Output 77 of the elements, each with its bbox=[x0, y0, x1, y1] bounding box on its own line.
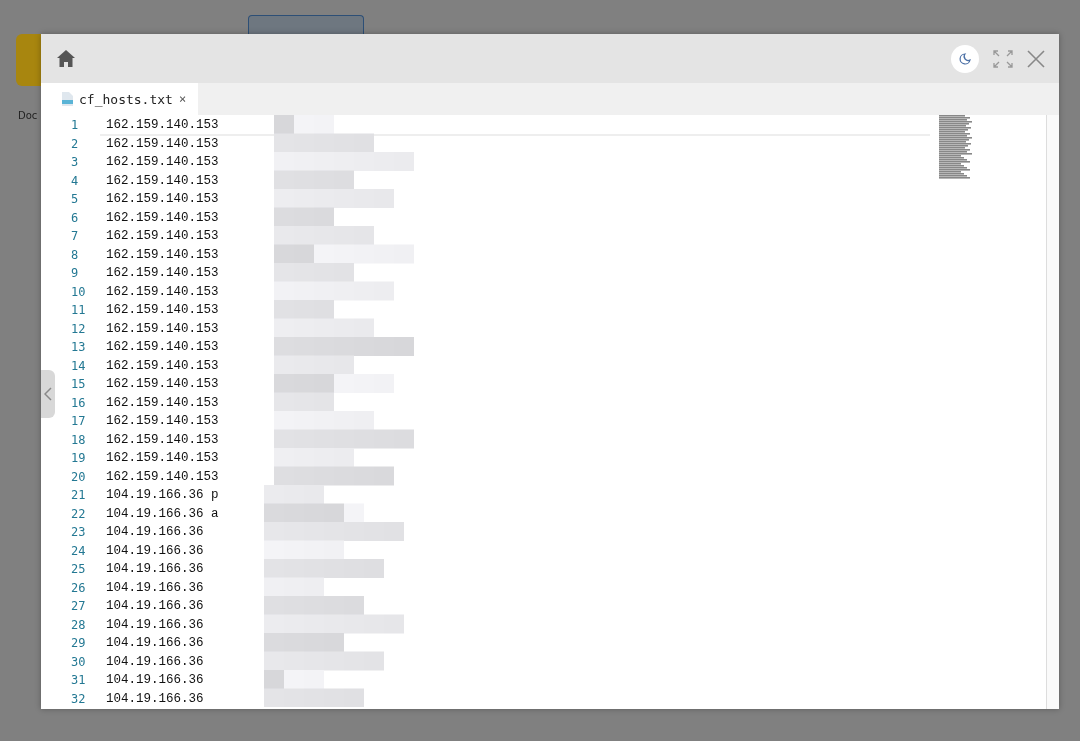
side-panel-handle[interactable] bbox=[41, 370, 55, 418]
line-number: 21 bbox=[70, 487, 87, 504]
line-number: 15 bbox=[70, 376, 87, 393]
code-line: 162.159.140.153 bbox=[106, 155, 219, 169]
code-line: 104.19.166.36 bbox=[106, 636, 204, 650]
close-icon[interactable] bbox=[1027, 49, 1045, 68]
line-number: 17 bbox=[70, 413, 87, 430]
code-line: 162.159.140.153 bbox=[106, 192, 219, 206]
line-number: 30 bbox=[70, 653, 87, 671]
code-line: 162.159.140.153 bbox=[106, 210, 219, 225]
file-tab[interactable]: cf_hosts.txt × bbox=[41, 83, 199, 115]
code-line: 162.159.140.153 bbox=[106, 284, 219, 299]
line-number: 25 bbox=[70, 561, 87, 578]
code-line: 162.159.140.153 bbox=[106, 303, 219, 317]
code-line: 162.159.140.153 bbox=[106, 321, 219, 336]
line-number: 1 bbox=[70, 117, 80, 134]
code-line: 162.159.140.153 bbox=[106, 266, 219, 280]
scrollbar[interactable] bbox=[1046, 115, 1059, 709]
minimap[interactable] bbox=[939, 115, 972, 179]
line-number: 4 bbox=[70, 172, 80, 190]
line-number: 9 bbox=[70, 265, 80, 282]
line-number: 5 bbox=[70, 191, 80, 208]
code-line: 162.159.140.153 bbox=[106, 229, 219, 243]
code-line: 162.159.140.153 bbox=[106, 432, 219, 447]
code-line: 104.19.166.36 bbox=[106, 562, 204, 576]
line-number: 11 bbox=[70, 302, 87, 319]
code-line: 104.19.166.36 bbox=[106, 617, 204, 632]
line-number: 22 bbox=[70, 505, 87, 523]
line-number: 7 bbox=[70, 228, 80, 245]
line-number: 3 bbox=[70, 154, 80, 171]
code-line: 104.19.166.36 bbox=[106, 525, 204, 539]
code-line: 162.159.140.153 bbox=[106, 395, 219, 410]
line-number: 23 bbox=[70, 524, 87, 541]
selected-desktop-icon[interactable] bbox=[248, 15, 364, 34]
code-line: 104.19.166.36 a bbox=[106, 506, 219, 521]
line-number: 31 bbox=[70, 672, 87, 689]
line-number: 8 bbox=[70, 246, 80, 264]
code-line: 162.159.140.153 bbox=[106, 136, 219, 151]
desktop-icon-label: Doc bbox=[18, 110, 38, 121]
code-line: 162.159.140.153 bbox=[106, 377, 219, 391]
line-number: 26 bbox=[70, 579, 87, 597]
line-number: 10 bbox=[70, 283, 87, 301]
code-line: 162.159.140.153 bbox=[106, 118, 219, 132]
code-line: 162.159.140.153 bbox=[106, 451, 219, 465]
moon-icon[interactable] bbox=[951, 44, 979, 73]
line-number: 20 bbox=[70, 468, 87, 486]
line-number: 16 bbox=[70, 394, 87, 412]
line-number: 13 bbox=[70, 339, 87, 356]
line-number: 24 bbox=[70, 542, 87, 560]
line-number: 29 bbox=[70, 635, 87, 652]
close-tab-icon[interactable]: × bbox=[178, 92, 187, 106]
line-number: 27 bbox=[70, 598, 87, 615]
line-number: 6 bbox=[70, 209, 80, 227]
code-line: 104.19.166.36 bbox=[106, 543, 204, 558]
code-line: 104.19.166.36 bbox=[106, 673, 204, 687]
code-line: 104.19.166.36 bbox=[106, 580, 204, 595]
code-line: 162.159.140.153 bbox=[106, 247, 219, 262]
line-number: 28 bbox=[70, 616, 87, 634]
code-line: 104.19.166.36 bbox=[106, 691, 204, 706]
line-number: 14 bbox=[70, 357, 87, 375]
line-number: 2 bbox=[70, 135, 80, 153]
code-line: 162.159.140.153 bbox=[106, 469, 219, 484]
code-line: 162.159.140.153 bbox=[106, 414, 219, 428]
text-file-icon bbox=[61, 92, 73, 106]
line-number: 18 bbox=[70, 431, 87, 449]
code-line: 162.159.140.153 bbox=[106, 340, 219, 354]
home-icon[interactable] bbox=[57, 50, 75, 67]
code-line: 104.19.166.36 bbox=[106, 654, 204, 669]
code-line: 104.19.166.36 bbox=[106, 599, 204, 613]
code-line: 104.19.166.36 p bbox=[106, 488, 219, 502]
line-number: 19 bbox=[70, 450, 87, 467]
fullscreen-icon[interactable] bbox=[993, 49, 1013, 68]
line-number: 32 bbox=[70, 690, 87, 708]
code-line: 162.159.140.153 bbox=[106, 173, 219, 188]
folder-icon[interactable] bbox=[16, 34, 41, 86]
code-line: 162.159.140.153 bbox=[106, 358, 219, 373]
line-number: 12 bbox=[70, 320, 87, 338]
